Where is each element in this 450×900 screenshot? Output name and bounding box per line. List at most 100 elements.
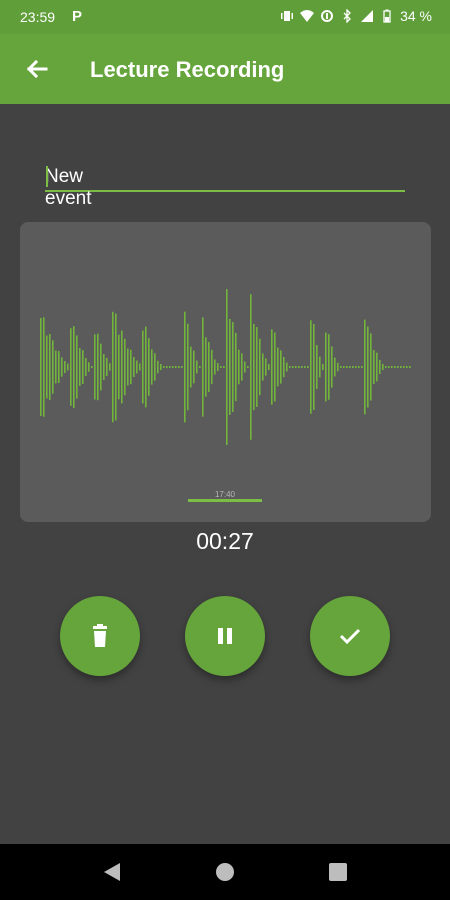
waveform-bar: [322, 364, 324, 370]
app-bar: Lecture Recording: [0, 34, 450, 104]
waveform-bar: [304, 366, 306, 368]
waveform-bar: [331, 346, 333, 388]
waveform-bar: [94, 334, 96, 400]
waveform-bar: [241, 353, 243, 381]
waveform-marker: [188, 499, 262, 502]
waveform-bar: [97, 333, 99, 401]
waveform-bar: [406, 366, 408, 368]
waveform-bar: [277, 347, 279, 387]
trash-icon: [93, 624, 107, 647]
waveform-bar: [124, 338, 126, 396]
waveform-bar: [196, 360, 198, 374]
waveform-bar: [112, 311, 114, 423]
waveform-bar: [373, 350, 375, 384]
waveform-bar: [397, 366, 399, 368]
pause-button[interactable]: [185, 596, 265, 676]
waveform-bar: [163, 366, 165, 368]
waveform-bar: [349, 366, 351, 368]
waveform-bar: [181, 366, 183, 368]
waveform-bar: [67, 363, 69, 371]
waveform-bar: [334, 357, 336, 377]
waveform-bar: [100, 343, 102, 391]
confirm-button[interactable]: [310, 596, 390, 676]
waveform-bar: [199, 366, 201, 368]
waveform-bar: [223, 366, 225, 368]
waveform-bar: [337, 362, 339, 372]
waveform-bar: [160, 364, 162, 370]
waveform-bar: [175, 366, 177, 368]
recording-name-value: New event: [45, 166, 92, 209]
waveform-marker-label: 17:40: [214, 490, 236, 499]
data-saver-icon: [321, 10, 334, 22]
pause-icon: [218, 628, 232, 644]
waveform-bar: [316, 345, 318, 389]
waveform-bar: [43, 317, 45, 417]
waveform-bar: [187, 323, 189, 411]
text-caret: [46, 166, 48, 187]
waveform-bar: [367, 326, 369, 408]
wifi-icon: [300, 10, 315, 22]
waveform-bar: [388, 366, 390, 368]
recents-square-icon[interactable]: [326, 860, 350, 884]
waveform-bar: [133, 357, 135, 377]
waveform-bar: [394, 366, 396, 368]
waveform-bar: [85, 357, 87, 377]
waveform-bar: [247, 366, 249, 368]
waveform-bar: [169, 366, 171, 368]
delete-button[interactable]: [60, 596, 140, 676]
waveform-bar: [211, 349, 213, 385]
waveform-bar: [103, 354, 105, 380]
waveform-bar: [55, 350, 57, 384]
waveform-bar: [262, 353, 264, 381]
waveform-bar: [91, 366, 93, 368]
waveform-bar: [142, 330, 144, 404]
recording-name-input[interactable]: New event: [45, 158, 405, 209]
status-bar: 23:59 P 34 %: [0, 0, 450, 34]
waveform-bar: [385, 366, 387, 368]
waveform-bar: [205, 337, 207, 397]
waveform-bar: [118, 334, 120, 400]
waveform-bar: [193, 350, 195, 384]
waveform-bar: [352, 366, 354, 368]
waveform-bar: [292, 366, 294, 368]
waveform-bar: [340, 366, 342, 368]
waveform-bar: [271, 329, 273, 405]
waveform-bar: [391, 366, 393, 368]
waveform-bar: [346, 366, 348, 368]
waveform-bar: [376, 352, 378, 382]
recorder-screen: New event 17:40 00:27: [0, 104, 450, 844]
waveform: [40, 289, 411, 445]
waveform-bar: [226, 289, 228, 445]
waveform-bar: [250, 294, 252, 440]
back-triangle-icon[interactable]: [100, 860, 124, 884]
waveform-bar: [238, 349, 240, 385]
home-circle-icon[interactable]: [213, 860, 237, 884]
waveform-bar: [202, 317, 204, 417]
waveform-bar: [190, 346, 192, 388]
waveform-bar: [328, 334, 330, 400]
navigation-bar: [0, 844, 450, 900]
waveform-bar: [106, 357, 108, 377]
bluetooth-icon: [343, 9, 351, 23]
waveform-bar: [361, 366, 363, 368]
waveform-bar: [268, 364, 270, 370]
waveform-bar: [46, 335, 48, 399]
waveform-bar: [253, 323, 255, 411]
waveform-bar: [73, 326, 75, 408]
waveform-bar: [256, 327, 258, 407]
waveform-bar: [76, 335, 78, 399]
waveform-bar: [274, 332, 276, 402]
waveform-bar: [109, 363, 111, 371]
waveform-bar: [61, 357, 63, 377]
waveform-bar: [307, 366, 309, 368]
parking-icon: P: [72, 8, 83, 25]
waveform-bar: [70, 328, 72, 406]
arrow-back-icon[interactable]: [22, 54, 52, 84]
check-icon: [339, 628, 361, 645]
waveform-bar: [280, 350, 282, 384]
waveform-bar: [136, 360, 138, 374]
waveform-bar: [154, 353, 156, 381]
waveform-bar: [148, 338, 150, 396]
waveform-bar: [88, 362, 90, 372]
waveform-bar: [79, 348, 81, 386]
